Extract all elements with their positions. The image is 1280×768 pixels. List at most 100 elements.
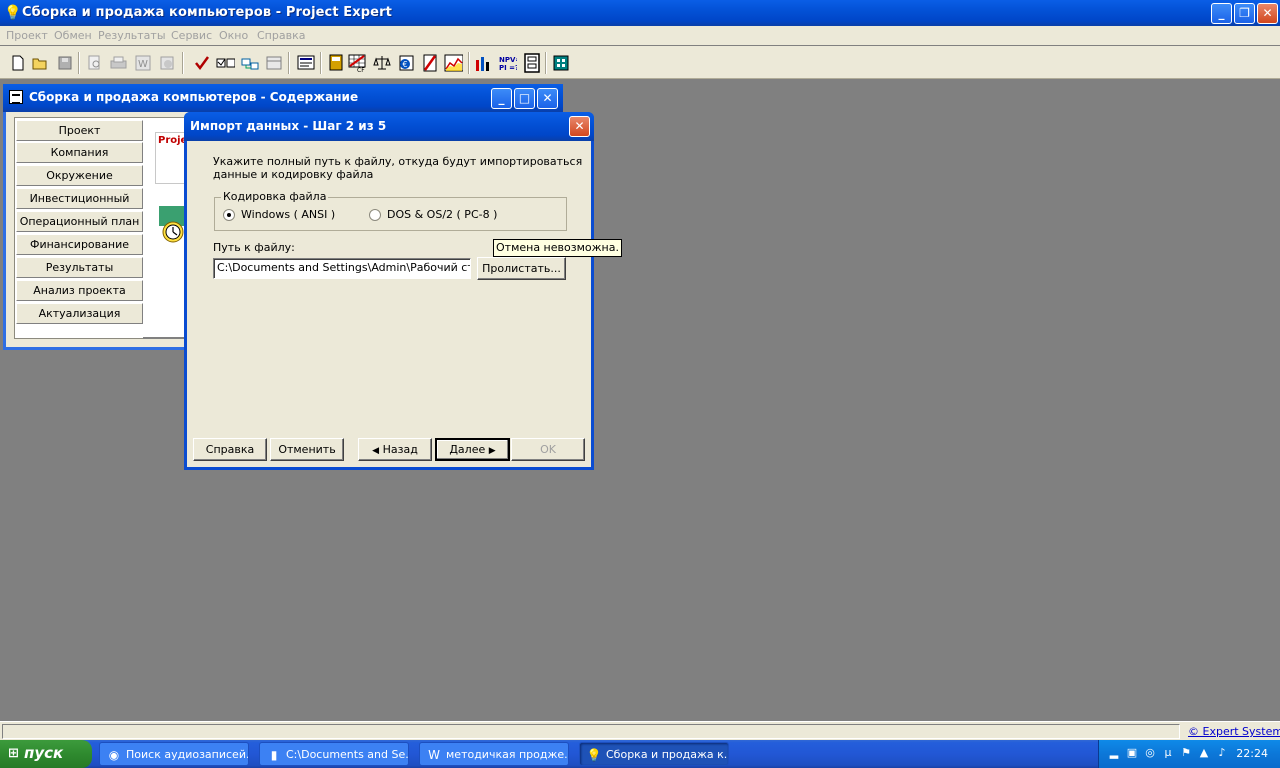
toolbar-separator: [468, 52, 470, 74]
task-audio-search[interactable]: ◉ Поиск аудиозаписей...: [99, 742, 249, 766]
start-button[interactable]: ⊞ пуск: [0, 740, 92, 768]
restore-button[interactable]: ❐: [1234, 3, 1255, 24]
check-icon[interactable]: [192, 53, 211, 72]
folder-icon: ▮: [270, 748, 278, 762]
checklist-icon[interactable]: [216, 53, 235, 72]
ok-button[interactable]: OK: [511, 438, 585, 461]
dialog-titlebar: Импорт данных - Шаг 2 из 5 ✕: [184, 112, 594, 141]
status-panel: [2, 724, 1180, 739]
app-titlebar: 💡 Сборка и продажа компьютеров - Project…: [0, 0, 1280, 26]
line-chart-icon[interactable]: [444, 53, 463, 72]
calculator-icon[interactable]: [552, 53, 571, 72]
toolbar: W CF € NPV=?PI =?: [0, 46, 1280, 79]
open-folder-icon[interactable]: [31, 53, 50, 72]
menu-exchange[interactable]: Обмен: [54, 29, 92, 42]
torrent-icon[interactable]: µ: [1161, 746, 1175, 760]
lightbulb-icon: 💡: [586, 748, 602, 762]
table-icon[interactable]: [326, 53, 345, 72]
new-file-icon[interactable]: [8, 53, 27, 72]
back-button-label: Назад: [382, 443, 418, 456]
task-word-doc[interactable]: W методичкая продже...: [419, 742, 569, 766]
dialog-body: Укажите полный путь к файлу, откуда буду…: [187, 141, 591, 467]
safely-remove-icon[interactable]: ▲: [1197, 746, 1211, 760]
help-button[interactable]: Справка: [193, 438, 267, 461]
system-tray: ▂ ▣ ◎ µ ⚑ ▲ ♪ 22:24: [1098, 740, 1280, 768]
dialog-instruction: Укажите полный путь к файлу, откуда буду…: [213, 155, 582, 181]
radio-windows-ansi[interactable]: [223, 209, 235, 221]
money-icon[interactable]: €: [396, 53, 415, 72]
structure-icon[interactable]: [522, 52, 541, 73]
cancel-button[interactable]: Отменить: [270, 438, 344, 461]
save-icon[interactable]: [55, 53, 74, 72]
toolbar-separator: [545, 52, 547, 74]
red-chart-icon[interactable]: [420, 53, 439, 72]
dialog-title: Импорт данных - Шаг 2 из 5: [190, 119, 387, 133]
volume-icon[interactable]: ♪: [1215, 746, 1229, 760]
menu-results[interactable]: Результаты: [98, 29, 166, 42]
close-button[interactable]: ✕: [1257, 3, 1278, 24]
task-label: Сборка и продажа к...: [606, 748, 729, 761]
menu-help[interactable]: Справка: [257, 29, 305, 42]
contents-maximize-button[interactable]: □: [514, 88, 535, 109]
diagram-icon[interactable]: [240, 53, 259, 72]
nav-investment-plan[interactable]: Инвестиционный план: [16, 188, 143, 224]
balance-scale-icon[interactable]: [372, 53, 391, 72]
import-dialog: Импорт данных - Шаг 2 из 5 ✕ Укажите пол…: [184, 112, 594, 470]
encoding-group: Кодировка файла Windows ( ANSI ) DOS & O…: [214, 190, 567, 231]
bar-chart-icon[interactable]: [474, 53, 493, 72]
menu-window[interactable]: Окно: [219, 29, 248, 42]
word-doc-icon: W: [428, 748, 440, 762]
nav-project-analysis[interactable]: Анализ проекта: [16, 280, 143, 301]
nav-actualization[interactable]: Актуализация: [16, 303, 143, 324]
npv-pi-icon[interactable]: NPV=?PI =?: [498, 53, 517, 72]
svg-text:€: €: [402, 60, 407, 69]
calendar-icon[interactable]: [264, 53, 283, 72]
contents-titlebar: Сборка и продажа компьютеров - Содержани…: [3, 84, 563, 112]
next-button[interactable]: Далее ▶: [435, 438, 510, 461]
nav-company[interactable]: Компания: [16, 142, 143, 163]
path-input[interactable]: C:\Documents and Settings\Admin\Рабочий …: [213, 258, 471, 279]
network-icon[interactable]: ▣: [1125, 746, 1139, 760]
nav-results[interactable]: Результаты: [16, 257, 143, 278]
radio-dos-os2[interactable]: [369, 209, 381, 221]
path-label: Путь к файлу:: [213, 241, 295, 254]
left-arrow-icon: ◀: [372, 446, 380, 456]
nav-operations-plan[interactable]: Операционный план: [16, 211, 143, 232]
nav-environment[interactable]: Окружение: [16, 165, 143, 186]
report-icon[interactable]: [157, 53, 176, 72]
cashflow-icon[interactable]: CF: [348, 53, 367, 72]
project-logo-text: Projec: [158, 135, 184, 146]
lightbulb-icon: 💡: [4, 5, 22, 21]
task-project-expert[interactable]: 💡 Сборка и продажа к...: [579, 742, 729, 766]
copyright-link[interactable]: © Expert Systems: [1188, 725, 1280, 738]
nav-financing[interactable]: Финансирование: [16, 234, 143, 255]
instruction-line-2: данные и кодировку файла: [213, 168, 374, 181]
task-explorer[interactable]: ▮ C:\Documents and Se...: [259, 742, 409, 766]
print-preview-icon[interactable]: [85, 53, 104, 72]
radio-dos-os2-label[interactable]: DOS & OS/2 ( PC-8 ): [387, 208, 497, 221]
nav-project[interactable]: Проект: [16, 120, 143, 141]
encoding-group-label: Кодировка файла: [221, 190, 329, 203]
print-icon[interactable]: [109, 53, 128, 72]
contents-close-button[interactable]: ✕: [537, 88, 558, 109]
antivirus-icon[interactable]: ◎: [1143, 746, 1157, 760]
browse-button[interactable]: Пролистать...: [477, 257, 566, 280]
back-button[interactable]: ◀ Назад: [358, 438, 432, 461]
task-label: методичкая продже...: [446, 748, 569, 761]
browser-icon: ◉: [108, 748, 120, 762]
contents-minimize-button[interactable]: _: [491, 88, 512, 109]
dialog-close-button[interactable]: ✕: [569, 116, 590, 137]
menu-service[interactable]: Сервис: [171, 29, 212, 42]
next-button-label: Далее: [449, 443, 486, 456]
screen-icon[interactable]: [296, 53, 315, 72]
tooltip: Отмена невозможна.: [493, 239, 622, 257]
word-export-icon[interactable]: W: [133, 53, 152, 72]
radio-windows-ansi-label[interactable]: Windows ( ANSI ): [241, 208, 335, 221]
minimize-button[interactable]: _: [1211, 3, 1232, 24]
menu-project[interactable]: Проект: [6, 29, 48, 42]
toolbar-separator: [320, 52, 322, 74]
svg-text:PI =?: PI =?: [499, 64, 517, 72]
app-title: Сборка и продажа компьютеров - Project E…: [22, 5, 392, 20]
language-flag-icon[interactable]: ⚑: [1179, 746, 1193, 760]
signal-icon[interactable]: ▂: [1107, 746, 1121, 760]
